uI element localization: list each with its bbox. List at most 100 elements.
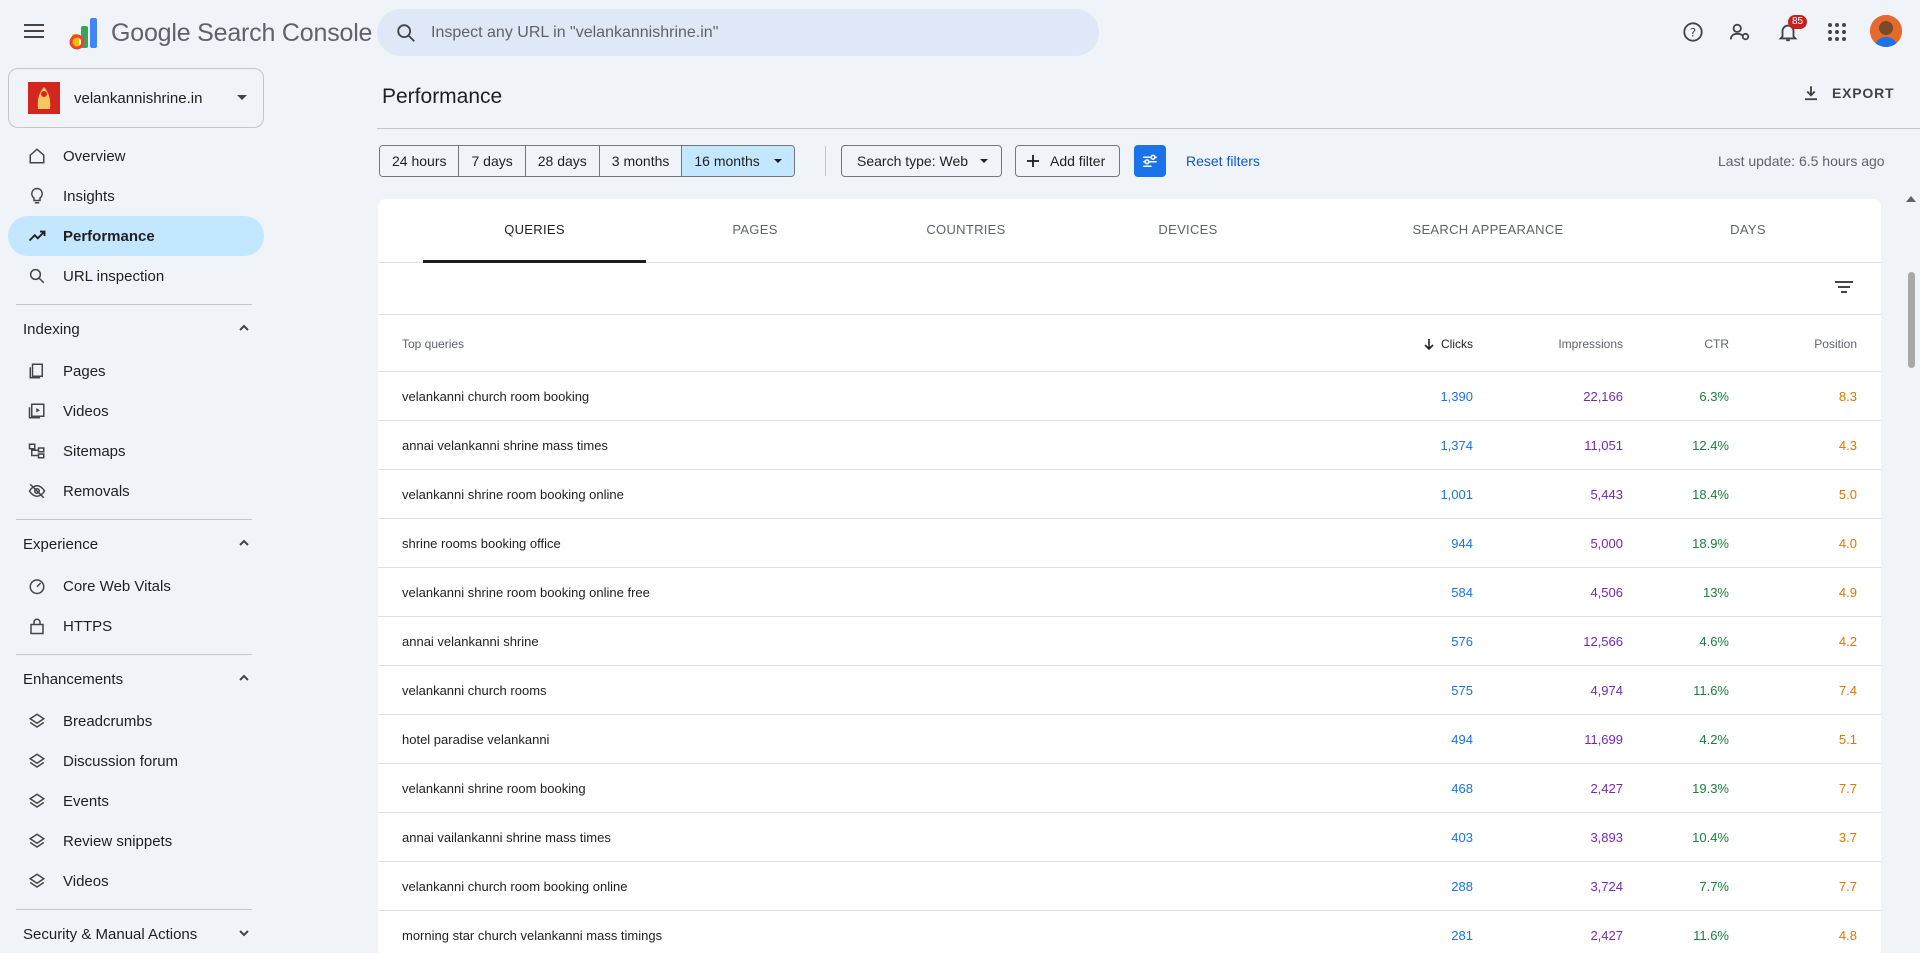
impressions-cell: 5,443 bbox=[1590, 487, 1623, 502]
search-type-filter[interactable]: Search type: Web bbox=[841, 145, 1003, 177]
sidebar-section-indexing[interactable]: Indexing bbox=[0, 307, 270, 351]
table-row[interactable]: velankanni shrine room booking 468 2,427 19… bbox=[378, 764, 1881, 813]
col-header-impressions[interactable]: Impressions bbox=[1558, 337, 1623, 351]
table-row[interactable]: annai velankanni shrine mass times 1,374 1… bbox=[378, 421, 1881, 470]
date-range-16m[interactable]: 16 months bbox=[682, 146, 794, 176]
dimension-tabs: QUERIES PAGES COUNTRIES DEVICES SEARCH A… bbox=[378, 199, 1881, 263]
sidebar-item-label: Overview bbox=[63, 147, 126, 165]
sidebar-item-insights[interactable]: Insights bbox=[8, 176, 264, 216]
table-row[interactable]: velankanni church rooms 575 4,974 11.6% 7.4 bbox=[378, 666, 1881, 715]
position-cell: 8.3 bbox=[1838, 389, 1857, 404]
sidebar-item-https[interactable]: HTTPS bbox=[8, 606, 264, 646]
property-selector[interactable]: velankannishrine.in bbox=[8, 68, 264, 128]
sidebar-item-label: Breadcrumbs bbox=[63, 712, 153, 730]
col-header-clicks[interactable]: Clicks bbox=[1423, 337, 1473, 351]
sidebar-divider bbox=[16, 304, 252, 305]
ctr-cell: 18.4% bbox=[1692, 487, 1729, 502]
sidebar-section-enhancements[interactable]: Enhancements bbox=[0, 657, 270, 701]
lightbulb-icon bbox=[27, 186, 47, 206]
table-row[interactable]: velankanni shrine room booking online fr… bbox=[378, 568, 1881, 617]
sidebar-item-performance[interactable]: Performance bbox=[8, 216, 264, 256]
layers-icon bbox=[27, 751, 47, 771]
sidebar-item-label: URL inspection bbox=[63, 267, 165, 285]
date-range-7d[interactable]: 7 days bbox=[459, 146, 526, 176]
sidebar-item-sitemaps[interactable]: Sitemaps bbox=[8, 431, 264, 471]
tab-pages[interactable]: PAGES bbox=[680, 199, 830, 263]
property-name: velankannishrine.in bbox=[74, 89, 203, 107]
filter-list-icon[interactable] bbox=[1832, 275, 1856, 299]
export-button[interactable]: EXPORT bbox=[1802, 84, 1894, 102]
sidebar-item-enh-videos[interactable]: Videos bbox=[8, 861, 264, 901]
user-settings-icon[interactable] bbox=[1722, 14, 1758, 50]
date-range-3m[interactable]: 3 months bbox=[599, 146, 683, 176]
tab-queries[interactable]: QUERIES bbox=[423, 199, 646, 263]
table-row[interactable]: velankanni shrine room booking online 1,0… bbox=[378, 470, 1881, 519]
clicks-cell: 1,390 bbox=[1440, 389, 1473, 404]
table-row[interactable]: velankanni church room booking online 288… bbox=[378, 862, 1881, 911]
sidebar-section-label: Enhancements bbox=[23, 670, 124, 688]
sidebar-item-videos[interactable]: Videos bbox=[8, 391, 264, 431]
impressions-cell: 11,051 bbox=[1584, 438, 1623, 453]
clicks-cell: 1,374 bbox=[1440, 438, 1473, 453]
sidebar-item-core-web-vitals[interactable]: Core Web Vitals bbox=[8, 566, 264, 606]
sidebar-section-experience[interactable]: Experience bbox=[0, 522, 270, 566]
tune-icon bbox=[1143, 154, 1157, 167]
table-row[interactable]: hotel paradise velankanni 494 11,699 4.2% 5.… bbox=[378, 715, 1881, 764]
main-menu-icon[interactable] bbox=[22, 20, 46, 44]
tab-countries[interactable]: COUNTRIES bbox=[886, 199, 1046, 263]
trending-up-icon bbox=[27, 226, 47, 246]
account-avatar[interactable] bbox=[1870, 15, 1902, 47]
add-filter-button[interactable]: Add filter bbox=[1015, 145, 1121, 177]
tab-search-appearance[interactable]: SEARCH APPEARANCE bbox=[1388, 199, 1588, 263]
scrollbar-thumb[interactable] bbox=[1908, 272, 1915, 368]
impressions-cell: 2,427 bbox=[1590, 928, 1623, 943]
query-cell: velankanni church rooms bbox=[402, 683, 547, 698]
sidebar-item-label: Insights bbox=[63, 187, 115, 205]
query-cell: velankanni church room booking bbox=[402, 389, 590, 404]
col-header-position[interactable]: Position bbox=[1814, 337, 1857, 351]
chevron-up-icon bbox=[239, 674, 249, 681]
scroll-up-arrow[interactable] bbox=[1906, 196, 1916, 202]
table-row[interactable]: annai vailankanni shrine mass times 403 3,… bbox=[378, 813, 1881, 862]
sidebar-item-review-snippets[interactable]: Review snippets bbox=[8, 821, 264, 861]
app-title: Google Search Console bbox=[111, 19, 372, 48]
clicks-cell: 584 bbox=[1451, 585, 1473, 600]
query-cell: velankanni shrine room booking online fr… bbox=[402, 585, 650, 600]
url-inspect-input[interactable] bbox=[431, 23, 1031, 42]
apps-grid-icon[interactable] bbox=[1819, 14, 1855, 50]
table-row[interactable]: velankanni church room booking 1,390 22,16… bbox=[378, 372, 1881, 421]
sidebar-item-label: Performance bbox=[63, 227, 155, 245]
sidebar-item-label: Pages bbox=[63, 362, 106, 380]
reset-filters-link[interactable]: Reset filters bbox=[1186, 153, 1260, 169]
search-console-logo[interactable] bbox=[68, 16, 102, 50]
sidebar-item-removals[interactable]: Removals bbox=[8, 471, 264, 511]
clicks-cell: 1,001 bbox=[1440, 487, 1473, 502]
sidebar-item-label: HTTPS bbox=[63, 617, 113, 635]
url-inspect-search-bar[interactable] bbox=[377, 9, 1099, 56]
home-icon bbox=[27, 146, 47, 166]
sidebar-item-discussion-forum[interactable]: Discussion forum bbox=[8, 741, 264, 781]
sidebar-section-security[interactable]: Security & Manual Actions bbox=[0, 912, 270, 953]
table-row[interactable]: annai velankanni shrine 576 12,566 4.6% 4.2 bbox=[378, 617, 1881, 666]
date-range-24h[interactable]: 24 hours bbox=[380, 146, 460, 176]
col-header-ctr[interactable]: CTR bbox=[1704, 337, 1729, 351]
position-cell: 7.7 bbox=[1838, 879, 1857, 894]
help-icon[interactable]: ? bbox=[1675, 14, 1711, 50]
lock-icon bbox=[27, 616, 47, 636]
tab-days[interactable]: DAYS bbox=[1688, 199, 1808, 263]
svg-text:?: ? bbox=[1690, 26, 1696, 40]
date-range-28d[interactable]: 28 days bbox=[525, 146, 600, 176]
sidebar-item-breadcrumbs[interactable]: Breadcrumbs bbox=[8, 701, 264, 741]
position-cell: 4.9 bbox=[1838, 585, 1857, 600]
impressions-cell: 3,893 bbox=[1590, 830, 1623, 845]
sidebar-item-url-inspection[interactable]: URL inspection bbox=[8, 256, 264, 296]
tab-devices[interactable]: DEVICES bbox=[1118, 199, 1258, 263]
query-cell: annai velankanni shrine mass times bbox=[402, 438, 608, 453]
filter-settings-button[interactable] bbox=[1134, 145, 1166, 177]
notifications-icon[interactable]: 85 bbox=[1770, 14, 1808, 50]
table-row[interactable]: morning star church velankanni mass timi… bbox=[378, 911, 1881, 953]
sidebar-item-events[interactable]: Events bbox=[8, 781, 264, 821]
sidebar-item-pages[interactable]: Pages bbox=[8, 351, 264, 391]
sidebar-item-overview[interactable]: Overview bbox=[8, 136, 264, 176]
table-row[interactable]: shrine rooms booking office 944 5,000 18.9%… bbox=[378, 519, 1881, 568]
